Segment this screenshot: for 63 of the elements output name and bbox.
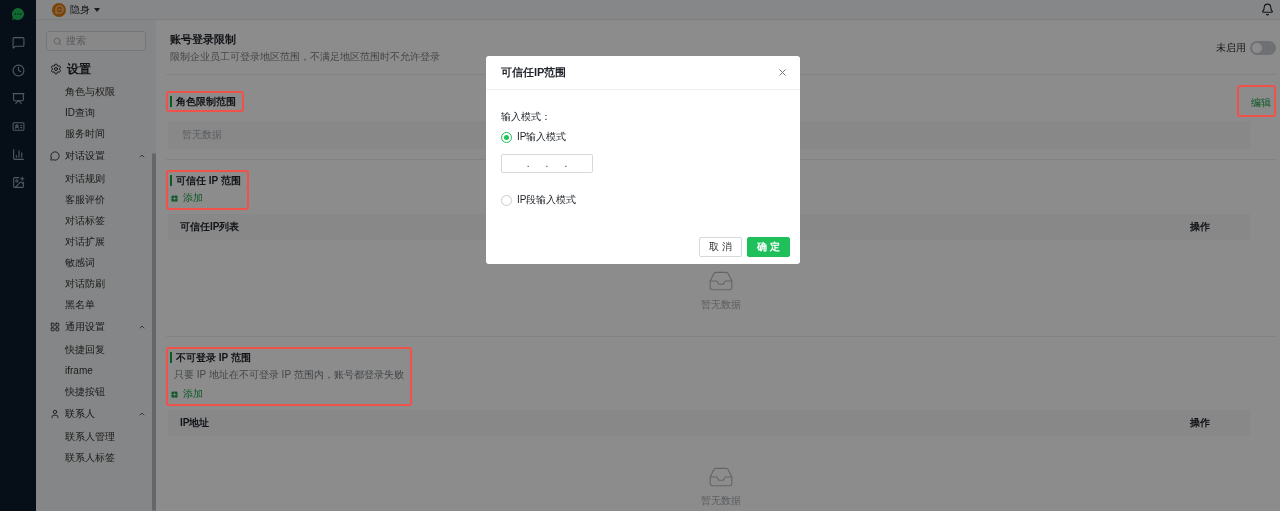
chat-icon xyxy=(50,151,60,161)
sidebar-item[interactable]: 敏感词 xyxy=(46,252,146,273)
sidebar-item[interactable]: 对话防刷 xyxy=(46,273,146,294)
section-title: 可信任 IP 范围 xyxy=(170,175,241,186)
sidebar-item[interactable]: 对话标签 xyxy=(46,210,146,231)
sidebar-item[interactable]: 联系人标签 xyxy=(46,447,146,468)
sidebar-item[interactable]: 联系人管理 xyxy=(46,426,146,447)
sidebar-item[interactable]: 快捷按钮 xyxy=(46,381,146,402)
sidebar-item[interactable]: 快捷回复 xyxy=(46,339,146,360)
section-title: 不可登录 IP 范围 xyxy=(170,352,251,363)
caret-icon xyxy=(94,7,100,12)
scrollbar[interactable] xyxy=(152,153,156,511)
radio-option[interactable]: IP输入模式 xyxy=(501,130,785,144)
sidebar-item[interactable]: 服务时间 xyxy=(46,123,146,144)
image-plus-icon[interactable] xyxy=(11,175,25,189)
sidebar-group[interactable]: 对话设置 xyxy=(46,144,146,168)
logo-icon[interactable] xyxy=(10,6,26,22)
group-label: 对话设置 xyxy=(65,149,106,163)
toggle-switch[interactable] xyxy=(1250,41,1276,55)
person-icon xyxy=(50,409,60,419)
sidebar-group[interactable]: 联系人 xyxy=(46,402,146,426)
search-icon xyxy=(53,36,62,46)
close-button[interactable] xyxy=(777,67,788,78)
column-header: 操作 xyxy=(1190,416,1210,430)
radio-option[interactable]: IP段输入模式 xyxy=(501,193,785,207)
add-link[interactable]: 添加 xyxy=(170,191,203,205)
column-header: IP地址 xyxy=(180,416,210,430)
sidebar-item[interactable]: iframe xyxy=(46,360,146,381)
status-menu[interactable]: 隐身 xyxy=(52,2,100,17)
ip-input-field[interactable]: . . . xyxy=(501,154,593,173)
sidebar-item[interactable]: 角色与权限 xyxy=(46,81,146,102)
grid-icon xyxy=(50,322,60,332)
id-card-icon[interactable] xyxy=(11,119,25,133)
plus-icon xyxy=(170,389,179,399)
sidebar-item[interactable]: 客服评价 xyxy=(46,189,146,210)
toggle-label: 未启用 xyxy=(1216,41,1246,55)
bar-chart-icon[interactable] xyxy=(11,147,25,161)
plus-icon xyxy=(170,193,179,203)
section-title: 角色限制范围 xyxy=(170,95,236,107)
sidebar-item[interactable]: 对话扩展 xyxy=(46,231,146,252)
clock-icon[interactable] xyxy=(11,63,25,77)
group-label: 通用设置 xyxy=(65,320,106,334)
column-header: 可信任IP列表 xyxy=(180,220,240,234)
status-label: 隐身 xyxy=(70,2,90,17)
cancel-button[interactable]: 取 消 xyxy=(699,237,743,257)
sidebar-item[interactable]: 对话规则 xyxy=(46,168,146,189)
dialog-title: 可信任IP范围 xyxy=(501,65,567,80)
sidebar-item[interactable]: ID查询 xyxy=(46,102,146,123)
settings-icon xyxy=(50,63,62,75)
sidebar-group[interactable]: 通用设置 xyxy=(46,315,146,339)
field-label: 输入模式： xyxy=(501,110,552,124)
group-label: 联系人 xyxy=(65,407,96,421)
page-description: 限制企业员工可登录地区范围，不满足地区范围时不允许登录 xyxy=(170,50,440,64)
bell-icon[interactable] xyxy=(1261,3,1274,16)
sidebar-item[interactable]: 黑名单 xyxy=(46,294,146,315)
presentation-icon[interactable] xyxy=(11,91,25,105)
add-link[interactable]: 添加 xyxy=(170,387,203,401)
page-title: 账号登录限制 xyxy=(170,32,237,47)
edit-link[interactable]: 编辑 xyxy=(1251,97,1271,108)
column-header: 操作 xyxy=(1190,220,1210,234)
chat-icon[interactable] xyxy=(11,35,25,49)
sidebar-group[interactable]: 设置 xyxy=(46,57,146,81)
group-label: 设置 xyxy=(67,60,92,78)
